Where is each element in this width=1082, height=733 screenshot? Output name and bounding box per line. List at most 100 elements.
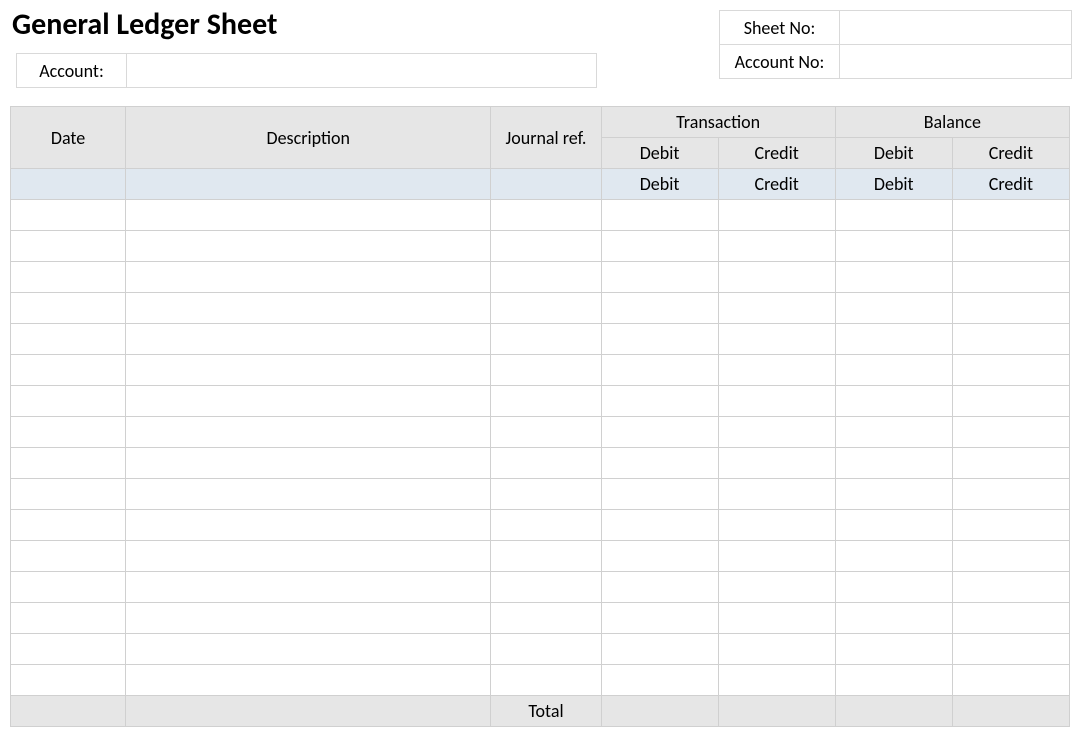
date-input[interactable] xyxy=(11,603,125,633)
description-input[interactable] xyxy=(126,634,490,664)
balance-debit-input[interactable] xyxy=(836,417,952,447)
balance-debit-input[interactable] xyxy=(836,355,952,385)
description-input[interactable] xyxy=(126,324,490,354)
date-input[interactable] xyxy=(11,417,125,447)
journal-ref-input[interactable] xyxy=(491,231,600,261)
transaction-debit-input[interactable] xyxy=(602,665,718,695)
balance-credit-input[interactable] xyxy=(953,200,1069,230)
journal-ref-input[interactable] xyxy=(491,355,600,385)
balance-credit-input[interactable] xyxy=(953,541,1069,571)
balance-debit-input[interactable] xyxy=(836,293,952,323)
journal-ref-input[interactable] xyxy=(491,634,600,664)
transaction-debit-input[interactable] xyxy=(602,200,718,230)
date-input[interactable] xyxy=(11,572,125,602)
description-input[interactable] xyxy=(126,417,490,447)
date-input[interactable] xyxy=(11,448,125,478)
transaction-credit-input[interactable] xyxy=(719,262,835,292)
balance-credit-input[interactable] xyxy=(953,262,1069,292)
journal-ref-input[interactable] xyxy=(491,479,600,509)
journal-ref-input[interactable] xyxy=(491,510,600,540)
balance-debit-input[interactable] xyxy=(836,479,952,509)
transaction-credit-input[interactable] xyxy=(719,386,835,416)
balance-credit-input[interactable] xyxy=(953,479,1069,509)
balance-credit-input[interactable] xyxy=(953,231,1069,261)
balance-credit-input[interactable] xyxy=(953,293,1069,323)
journal-ref-input[interactable] xyxy=(491,603,600,633)
description-input[interactable] xyxy=(126,572,490,602)
transaction-credit-input[interactable] xyxy=(719,665,835,695)
date-input[interactable] xyxy=(11,355,125,385)
transaction-credit-input[interactable] xyxy=(719,572,835,602)
description-input[interactable] xyxy=(126,386,490,416)
balance-credit-input[interactable] xyxy=(953,572,1069,602)
balance-debit-input[interactable] xyxy=(836,231,952,261)
date-input[interactable] xyxy=(11,231,125,261)
transaction-debit-input[interactable] xyxy=(602,510,718,540)
transaction-credit-input[interactable] xyxy=(719,510,835,540)
description-input[interactable] xyxy=(126,448,490,478)
balance-credit-input[interactable] xyxy=(953,603,1069,633)
journal-ref-input[interactable] xyxy=(491,572,600,602)
date-input[interactable] xyxy=(11,634,125,664)
description-input[interactable] xyxy=(126,541,490,571)
description-input[interactable] xyxy=(126,293,490,323)
transaction-credit-input[interactable] xyxy=(719,417,835,447)
date-input[interactable] xyxy=(11,293,125,323)
journal-ref-input[interactable] xyxy=(491,324,600,354)
description-input[interactable] xyxy=(126,355,490,385)
transaction-credit-input[interactable] xyxy=(719,324,835,354)
transaction-credit-input[interactable] xyxy=(719,448,835,478)
date-input[interactable] xyxy=(11,262,125,292)
description-input[interactable] xyxy=(126,231,490,261)
transaction-debit-input[interactable] xyxy=(602,293,718,323)
date-input[interactable] xyxy=(11,200,125,230)
balance-debit-input[interactable] xyxy=(836,665,952,695)
balance-debit-input[interactable] xyxy=(836,386,952,416)
date-input[interactable] xyxy=(11,386,125,416)
description-input[interactable] xyxy=(126,665,490,695)
transaction-credit-input[interactable] xyxy=(719,231,835,261)
sheet-no-input[interactable] xyxy=(848,16,1063,39)
date-input[interactable] xyxy=(11,324,125,354)
transaction-debit-input[interactable] xyxy=(602,541,718,571)
date-input[interactable] xyxy=(11,541,125,571)
transaction-debit-input[interactable] xyxy=(602,386,718,416)
balance-credit-input[interactable] xyxy=(953,324,1069,354)
balance-debit-input[interactable] xyxy=(836,262,952,292)
transaction-debit-input[interactable] xyxy=(602,479,718,509)
transaction-debit-input[interactable] xyxy=(602,355,718,385)
journal-ref-input[interactable] xyxy=(491,448,600,478)
balance-debit-input[interactable] xyxy=(836,603,952,633)
transaction-debit-input[interactable] xyxy=(602,572,718,602)
transaction-credit-input[interactable] xyxy=(719,634,835,664)
account-input[interactable] xyxy=(135,59,588,82)
balance-debit-input[interactable] xyxy=(836,541,952,571)
balance-credit-input[interactable] xyxy=(953,665,1069,695)
balance-debit-input[interactable] xyxy=(836,448,952,478)
balance-credit-input[interactable] xyxy=(953,634,1069,664)
transaction-credit-input[interactable] xyxy=(719,200,835,230)
transaction-debit-input[interactable] xyxy=(602,603,718,633)
journal-ref-input[interactable] xyxy=(491,293,600,323)
transaction-credit-input[interactable] xyxy=(719,293,835,323)
balance-credit-input[interactable] xyxy=(953,355,1069,385)
balance-debit-input[interactable] xyxy=(836,324,952,354)
journal-ref-input[interactable] xyxy=(491,200,600,230)
description-input[interactable] xyxy=(126,603,490,633)
journal-ref-input[interactable] xyxy=(491,417,600,447)
date-input[interactable] xyxy=(11,510,125,540)
balance-debit-input[interactable] xyxy=(836,510,952,540)
balance-credit-input[interactable] xyxy=(953,386,1069,416)
transaction-debit-input[interactable] xyxy=(602,324,718,354)
description-input[interactable] xyxy=(126,262,490,292)
description-input[interactable] xyxy=(126,510,490,540)
transaction-debit-input[interactable] xyxy=(602,448,718,478)
journal-ref-input[interactable] xyxy=(491,665,600,695)
transaction-debit-input[interactable] xyxy=(602,262,718,292)
transaction-credit-input[interactable] xyxy=(719,479,835,509)
balance-debit-input[interactable] xyxy=(836,200,952,230)
journal-ref-input[interactable] xyxy=(491,262,600,292)
transaction-credit-input[interactable] xyxy=(719,355,835,385)
transaction-credit-input[interactable] xyxy=(719,541,835,571)
date-input[interactable] xyxy=(11,479,125,509)
